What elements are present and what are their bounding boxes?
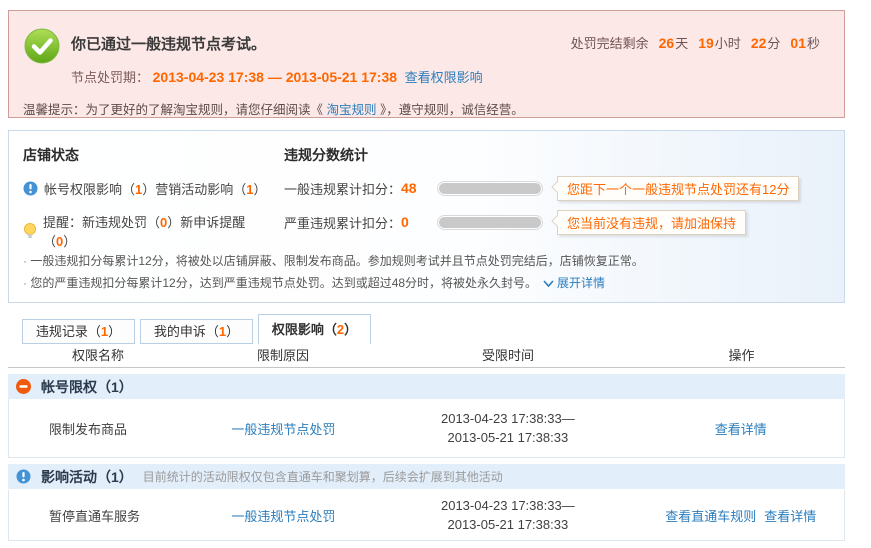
banner-title: 你已通过一般违规节点考试。 [71, 33, 266, 54]
severe-score-row: 严重违规累计扣分： 0 您当前没有违规，请加油保持 [284, 211, 834, 233]
period-label: 节点处罚期： [71, 70, 149, 85]
header-restriction-reason: 限制原因 [188, 346, 378, 367]
view-ztc-rules-link[interactable]: 查看直通车规则 [665, 509, 756, 524]
violation-penalty-page: 你已通过一般违规节点考试。 节点处罚期： 2013-04-23 17:38 — … [0, 0, 871, 548]
reminder-line: 提醒：新违规处罚（0）新申诉提醒（0） [23, 212, 278, 250]
penalty-countdown: 处罚完结剩余26天19小时22分01秒 [571, 33, 820, 52]
table-row: 限制发布商品 一般违规节点处罚 2013-04-23 17:38:33— 201… [8, 399, 845, 458]
header-permission-name: 权限名称 [8, 346, 188, 367]
severe-score-value: 0 [401, 214, 437, 230]
collapse-minus-icon[interactable] [16, 379, 31, 394]
table-header-row: 权限名称 限制原因 受限时间 操作 [8, 346, 845, 368]
shop-status-column: 店铺状态 帐号权限影响（1）营销活动影响（1） 提醒：新违规处罚（0）新申诉提醒… [23, 145, 278, 250]
countdown-days: 26 [659, 35, 675, 51]
section-title: 帐号限权（1） [41, 377, 133, 397]
note-general: 一般违规扣分每累计12分，将被处以店铺屏蔽、限制发布商品。参加规则考试并且节点处… [23, 250, 832, 272]
header-actions: 操作 [638, 346, 845, 367]
severe-score-label: 严重违规累计扣分： [284, 213, 401, 232]
account-impact-line: 帐号权限影响（1）营销活动影响（1） [23, 179, 278, 198]
info-exclamation-icon [16, 469, 31, 484]
note-severe: 您的严重违规扣分每累计12分，达到严重违规节点处罚。达到或超过48分时，将被处永… [23, 272, 832, 294]
tab-permission-impact[interactable]: 权限影响（2） [258, 314, 371, 344]
permission-name-cell: 限制发布商品 [9, 419, 189, 438]
restriction-reason-cell: 一般违规节点处罚 [189, 419, 379, 438]
shop-status-title: 店铺状态 [23, 145, 278, 165]
restricted-time-cell: 2013-04-23 17:38:33— 2013-05-21 17:38:33 [378, 409, 637, 447]
exam-passed-banner: 你已通过一般违规节点考试。 节点处罚期： 2013-04-23 17:38 — … [8, 10, 845, 118]
score-stats-title: 违规分数统计 [284, 145, 834, 165]
severe-score-bar [437, 215, 543, 230]
restricted-time-cell: 2013-04-23 17:38:33— 2013-05-21 17:38:33 [378, 496, 637, 534]
general-score-value: 48 [401, 180, 437, 196]
countdown-label: 处罚完结剩余 [571, 36, 649, 51]
taobao-rules-link[interactable]: 淘宝规则 [326, 103, 376, 117]
period-dates: 2013-04-23 17:38 — 2013-05-21 17:38 [153, 69, 397, 85]
severe-score-tooltip: 您当前没有违规，请加油保持 [557, 210, 746, 235]
status-score-panel: 店铺状态 帐号权限影响（1）营销活动影响（1） 提醒：新违规处罚（0）新申诉提醒… [8, 130, 845, 303]
countdown-hours: 19 [698, 35, 714, 51]
rule-notes: 一般违规扣分每累计12分，将被处以店铺屏蔽、限制发布商品。参加规则考试并且节点处… [23, 250, 832, 294]
general-score-label: 一般违规累计扣分： [284, 179, 401, 198]
tab-my-appeals[interactable]: 我的申诉（1） [140, 319, 253, 344]
friendly-tip: 温馨提示：为了更好的了解淘宝规则，请您仔细阅读《 淘宝规则 》，遵守规则，诚信经… [23, 99, 524, 118]
view-details-link[interactable]: 查看详情 [715, 422, 767, 437]
success-check-icon [24, 28, 60, 64]
section-note: 目前统计的活动限权仅包含直通车和聚划算，后续会扩展到其他活动 [143, 468, 503, 485]
section-title: 影响活动（1） [41, 467, 133, 487]
section-account-restrictions: 帐号限权（1） [8, 374, 845, 399]
record-tabs: 违规记录（1） 我的申诉（1） 权限影响（2） [22, 314, 376, 344]
section-affected-activities: 影响活动（1） 目前统计的活动限权仅包含直通车和聚划算，后续会扩展到其他活动 [8, 464, 845, 489]
countdown-minutes: 22 [751, 35, 767, 51]
expand-details-link[interactable]: 展开详情 [543, 276, 605, 290]
info-exclamation-icon [23, 181, 38, 196]
view-permission-impact-link[interactable]: 查看权限影响 [405, 70, 483, 85]
actions-cell: 查看详情 [638, 419, 844, 438]
restriction-reason-cell: 一般违规节点处罚 [189, 506, 379, 525]
general-score-row: 一般违规累计扣分： 48 您距下一个一般违规节点处罚还有12分 [284, 177, 834, 199]
view-details-link[interactable]: 查看详情 [764, 509, 816, 524]
lightbulb-icon [23, 223, 37, 239]
general-score-bar [437, 181, 543, 196]
table-row: 暂停直通车服务 一般违规节点处罚 2013-04-23 17:38:33— 20… [8, 490, 845, 541]
violation-scores-column: 违规分数统计 一般违规累计扣分： 48 您距下一个一般违规节点处罚还有12分 严… [284, 145, 834, 233]
reason-link[interactable]: 一般违规节点处罚 [231, 509, 335, 524]
chevron-down-icon [543, 280, 554, 288]
reason-link[interactable]: 一般违规节点处罚 [231, 422, 335, 437]
countdown-seconds: 01 [790, 35, 806, 51]
header-restricted-time: 受限时间 [378, 346, 638, 367]
permission-name-cell: 暂停直通车服务 [9, 506, 189, 525]
actions-cell: 查看直通车规则查看详情 [638, 506, 844, 525]
general-score-tooltip: 您距下一个一般违规节点处罚还有12分 [557, 176, 799, 201]
penalty-period: 节点处罚期： 2013-04-23 17:38 — 2013-05-21 17:… [71, 67, 483, 86]
tab-violation-records[interactable]: 违规记录（1） [22, 319, 135, 344]
